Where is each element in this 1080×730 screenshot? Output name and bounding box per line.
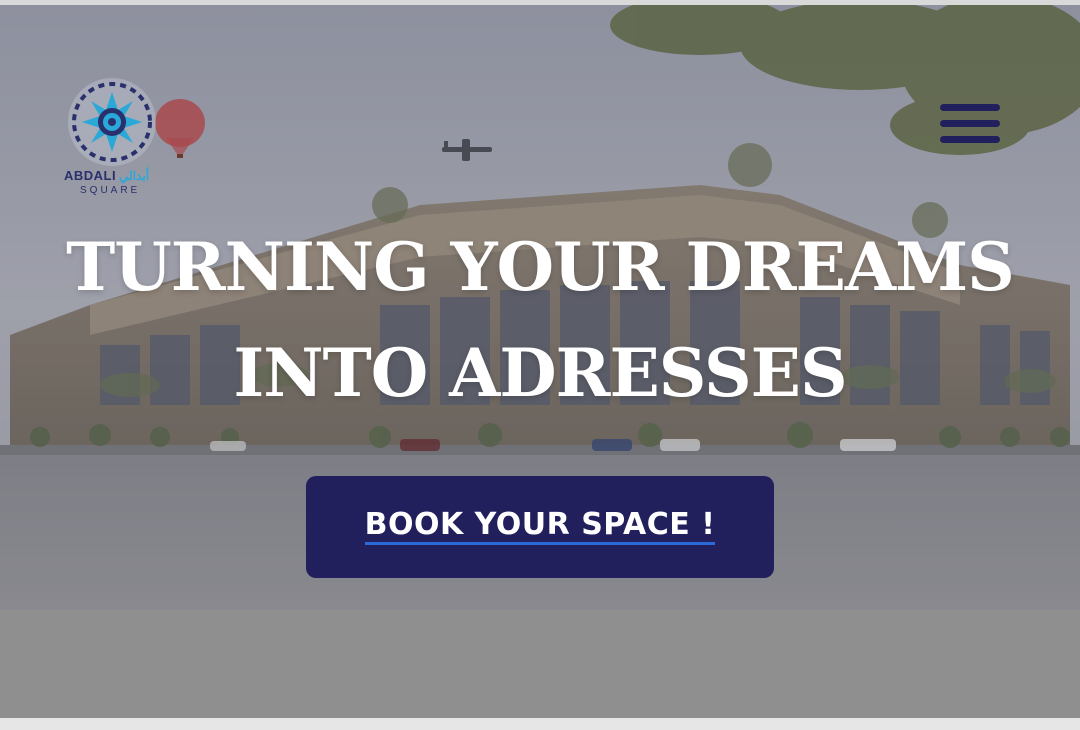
gray-band (0, 610, 1080, 718)
menu-bar-middle (940, 120, 1000, 127)
book-your-space-button[interactable]: BOOK YOUR SPACE ! (306, 476, 774, 578)
hamburger-menu-icon[interactable] (938, 100, 1002, 148)
hero-headline: TURNING YOUR DREAMS INTO ADRESSES (40, 214, 1040, 426)
logo-name-latin: ABDALI (64, 168, 117, 183)
hero-headline-line1: TURNING YOUR DREAMS (66, 228, 1015, 306)
logo-wordmark: ABDALI أبدالي SQUARE (64, 168, 164, 196)
menu-bar-top (940, 104, 1000, 111)
logo-emblem-icon (68, 78, 205, 166)
page: ABDALI أبدالي SQUARE TURNING YOUR DREAMS … (0, 0, 1080, 730)
menu-bar-bottom (940, 136, 1000, 143)
logo-name-arabic: أبدالي (119, 169, 150, 183)
hero-headline-line2: INTO ADRESSES (233, 334, 847, 412)
logo-name-sub: SQUARE (80, 185, 141, 196)
book-your-space-label: BOOK YOUR SPACE ! (364, 509, 716, 545)
abdali-square-logo[interactable]: ABDALI أبدالي SQUARE (58, 76, 218, 200)
bottom-divider (0, 718, 1080, 730)
